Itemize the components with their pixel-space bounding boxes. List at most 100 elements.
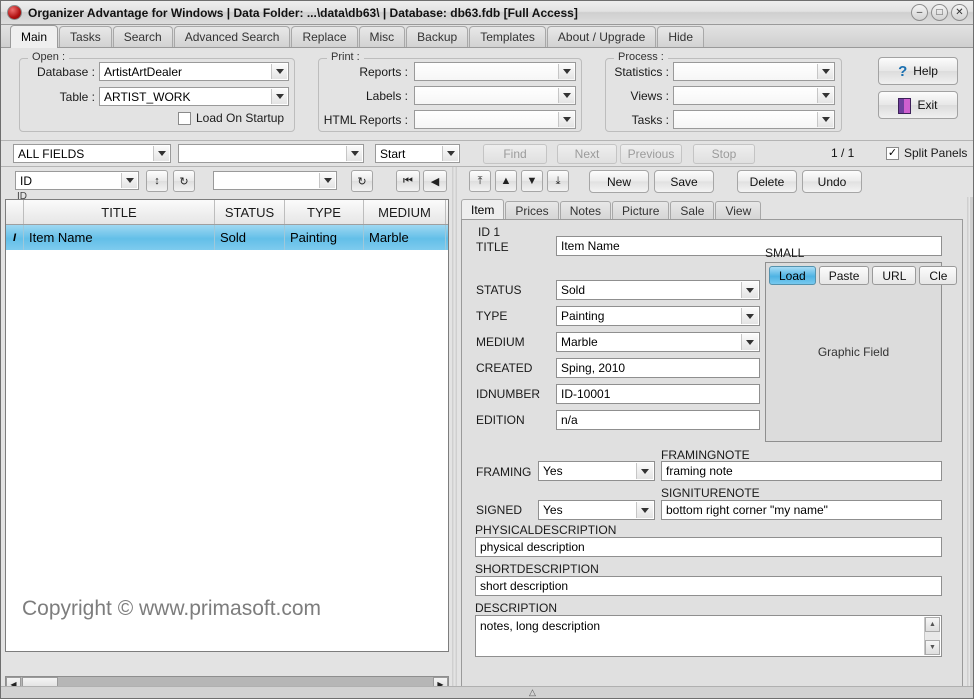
chevron-down-icon[interactable] — [741, 334, 758, 350]
tab-templates[interactable]: Templates — [469, 26, 546, 47]
idnumber-field[interactable]: ID-10001 — [556, 384, 760, 404]
split-panels-checkbox[interactable]: ✓ — [886, 146, 899, 160]
next-button[interactable]: Next — [557, 144, 617, 164]
tab-tasks[interactable]: Tasks — [59, 26, 112, 47]
chevron-down-icon[interactable] — [558, 112, 574, 127]
search-scope-combo[interactable]: ALL FIELDS — [13, 144, 171, 163]
graphic-clear-button[interactable]: Cle — [919, 266, 958, 285]
graphic-load-button[interactable]: Load — [769, 266, 816, 285]
table-combo[interactable]: ARTIST_WORK — [99, 87, 289, 106]
signiturenote-field[interactable]: bottom right corner "my name" — [661, 500, 942, 520]
grid-header-type[interactable]: TYPE — [285, 200, 364, 224]
search-input[interactable] — [178, 144, 364, 163]
medium-combo[interactable]: Marble — [556, 332, 760, 352]
sort-direction-icon[interactable]: ↕ — [146, 170, 168, 192]
chevron-down-icon[interactable] — [271, 89, 287, 104]
type-combo[interactable]: Painting — [556, 306, 760, 326]
chevron-down-icon[interactable] — [271, 64, 287, 79]
exit-button[interactable]: Exit — [878, 91, 958, 119]
tab-search[interactable]: Search — [112, 26, 173, 47]
graphic-paste-button[interactable]: Paste — [818, 266, 870, 285]
chevron-down-icon[interactable] — [346, 146, 362, 161]
tab-main[interactable]: Main — [10, 25, 59, 48]
split-panels-row[interactable]: ✓ Split Panels — [886, 146, 967, 160]
tab-misc[interactable]: Misc — [358, 26, 406, 47]
table-row[interactable]: I Item Name Sold Painting Marble — [6, 225, 448, 250]
status-combo[interactable]: Sold — [556, 280, 760, 300]
created-field[interactable]: Sping, 2010 — [556, 358, 760, 378]
filter-combo[interactable] — [213, 171, 337, 190]
tab-hide[interactable]: Hide — [657, 26, 704, 47]
close-icon[interactable]: ✕ — [951, 4, 968, 21]
record-first-button[interactable]: ⤒ — [469, 170, 491, 192]
tab-notes[interactable]: Notes — [559, 201, 612, 220]
labels-combo[interactable] — [414, 86, 576, 105]
grid-header-marker[interactable] — [6, 200, 24, 224]
tab-advanced-search[interactable]: Advanced Search — [173, 26, 291, 47]
grid-header-medium[interactable]: MEDIUM — [364, 200, 446, 224]
graphic-url-button[interactable]: URL — [872, 266, 917, 285]
delete-button[interactable]: Delete — [737, 170, 797, 193]
process-tasks-combo[interactable] — [673, 110, 835, 129]
title-field[interactable]: Item Name — [556, 236, 942, 256]
sort-field-combo[interactable]: ID — [15, 171, 139, 190]
undo-button[interactable]: Undo — [802, 170, 862, 193]
views-combo[interactable] — [673, 86, 835, 105]
load-on-startup-checkbox[interactable] — [178, 111, 191, 125]
chevron-down-icon[interactable] — [817, 64, 833, 79]
stop-button[interactable]: Stop — [693, 144, 755, 164]
maximize-icon[interactable]: □ — [931, 4, 948, 21]
tab-sale[interactable]: Sale — [670, 201, 715, 220]
chevron-down-icon[interactable] — [319, 173, 335, 188]
chevron-down-icon[interactable] — [817, 88, 833, 103]
help-button[interactable]: ? Help — [878, 57, 958, 85]
record-last-button[interactable]: ⤓ — [547, 170, 569, 192]
chevron-down-icon[interactable] — [442, 146, 458, 161]
chevron-down-icon[interactable] — [741, 308, 758, 324]
match-mode-combo[interactable]: Start — [375, 144, 460, 163]
chevron-down-icon[interactable] — [636, 502, 653, 518]
tab-replace[interactable]: Replace — [291, 26, 358, 47]
reports-combo[interactable] — [414, 62, 576, 81]
record-down-button[interactable]: ▼ — [521, 170, 543, 192]
refresh-icon[interactable]: ↻ — [173, 170, 195, 192]
tab-item[interactable]: Item — [461, 199, 505, 220]
chevron-down-icon[interactable] — [741, 282, 758, 298]
tab-prices[interactable]: Prices — [505, 201, 559, 220]
filter-refresh-icon[interactable]: ↻ — [351, 170, 373, 192]
tab-picture[interactable]: Picture — [612, 201, 670, 220]
tab-about-upgrade[interactable]: About / Upgrade — [546, 26, 657, 47]
save-button[interactable]: Save — [654, 170, 714, 193]
framing-combo[interactable]: Yes — [538, 461, 655, 481]
go-previous-record-button[interactable]: ◀ — [423, 170, 447, 192]
framingnote-field[interactable]: framing note — [661, 461, 942, 481]
detail-pane-scrollbar[interactable] — [970, 197, 973, 692]
tab-backup[interactable]: Backup — [406, 26, 469, 47]
records-grid[interactable]: TITLE STATUS TYPE MEDIUM I Item Name Sol… — [5, 199, 449, 652]
new-button[interactable]: New — [589, 170, 649, 193]
edition-field[interactable]: n/a — [556, 410, 760, 430]
description-field[interactable]: notes, long description ▲ ▼ — [475, 615, 942, 657]
physicaldescription-field[interactable]: physical description — [475, 537, 942, 557]
html-reports-combo[interactable] — [414, 110, 576, 129]
shortdescription-field[interactable]: short description — [475, 576, 942, 596]
minimize-icon[interactable]: – — [911, 4, 928, 21]
scroll-up-icon[interactable]: ▲ — [925, 617, 940, 632]
load-on-startup-row[interactable]: Load On Startup — [178, 111, 284, 125]
database-combo[interactable]: ArtistArtDealer — [99, 62, 289, 81]
find-button[interactable]: Find — [483, 144, 547, 164]
scroll-down-icon[interactable]: ▼ — [925, 640, 940, 655]
tab-view[interactable]: View — [715, 201, 762, 220]
chevron-down-icon[interactable] — [817, 112, 833, 127]
previous-button[interactable]: Previous — [620, 144, 682, 164]
statistics-combo[interactable] — [673, 62, 835, 81]
chevron-down-icon[interactable] — [636, 463, 653, 479]
description-scrollbar[interactable]: ▲ ▼ — [924, 617, 940, 655]
grid-header-status[interactable]: STATUS — [215, 200, 285, 224]
go-first-record-button[interactable]: ⏮ — [396, 170, 420, 192]
chevron-down-icon[interactable] — [558, 88, 574, 103]
chevron-down-icon[interactable] — [153, 146, 169, 161]
chevron-down-icon[interactable] — [558, 64, 574, 79]
signed-combo[interactable]: Yes — [538, 500, 655, 520]
record-up-button[interactable]: ▲ — [495, 170, 517, 192]
